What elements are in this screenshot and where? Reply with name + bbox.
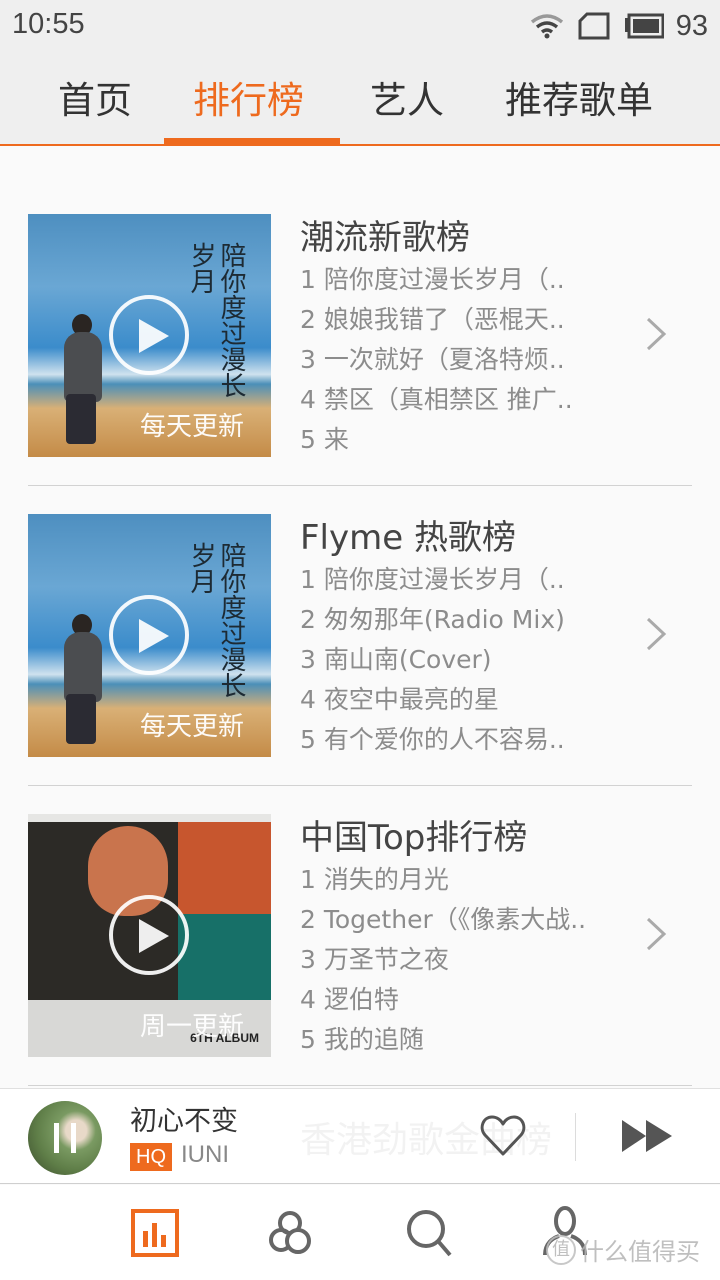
chart-title: 中国Top排行榜 [300, 818, 528, 858]
wifi-icon [530, 14, 563, 39]
song-item: 4 禁区（真相禁区 推广.. [300, 385, 573, 414]
tab-charts[interactable]: 排行榜 [193, 70, 304, 124]
play-button[interactable] [109, 595, 189, 675]
circles-icon[interactable] [262, 1205, 318, 1261]
song-item: 3 万圣节之夜 [300, 945, 449, 974]
search-icon[interactable] [402, 1205, 458, 1261]
song-item: 5 我的追随 [300, 1025, 424, 1054]
chart-cover[interactable]: 陪你度过漫长岁月 每天更新 [28, 214, 271, 457]
chart-icon[interactable] [128, 1205, 184, 1261]
cover-art-block [178, 914, 271, 1000]
play-button[interactable] [109, 295, 189, 375]
song-item: 1 陪你度过漫长岁月（.. [300, 265, 565, 294]
watermark-text: 什么值得买 [580, 1238, 700, 1266]
cover-figure-legs [66, 694, 96, 744]
watermark-badge: 值 [546, 1234, 576, 1265]
status-time: 10:55 [12, 8, 85, 40]
now-playing-artist: IUNI [181, 1141, 229, 1168]
cover-text: 陪你度过漫长岁月 [186, 542, 246, 698]
tab-recommended-playlists[interactable]: 推荐歌单 [505, 70, 653, 124]
play-icon [139, 619, 169, 653]
status-bar: 10:55 93 [0, 0, 720, 52]
cover-figure-body [64, 332, 102, 402]
chart-cover[interactable]: 6TH ALBUM 周一更新 [28, 814, 271, 1057]
divider [28, 1085, 692, 1086]
update-frequency-label: 周一更新 [140, 1012, 245, 1042]
update-frequency-label: 每天更新 [140, 712, 245, 742]
play-icon [139, 319, 169, 353]
status-icons: 93 [530, 10, 708, 42]
song-item: 2 Together（《像素大战.. [300, 905, 587, 934]
active-tab-indicator [164, 138, 340, 146]
chart-item[interactable]: 陪你度过漫长岁月 每天更新 潮流新歌榜 1 陪你度过漫长岁月（.. 2 娘娘我错… [0, 148, 720, 457]
tab-home[interactable]: 首页 [58, 70, 132, 124]
play-icon [139, 919, 169, 953]
song-item: 2 匆匆那年(Radio Mix) [300, 605, 565, 634]
song-item: 4 夜空中最亮的星 [300, 685, 499, 714]
sim-card-icon [578, 12, 610, 40]
tab-artists[interactable]: 艺人 [370, 70, 444, 124]
song-item: 3 一次就好（夏洛特烦.. [300, 345, 565, 374]
chart-song-list: 1 陪你度过漫长岁月（.. 2 匆匆那年(Radio Mix) 3 南山南(Co… [300, 560, 565, 760]
battery-level: 93 [675, 9, 708, 42]
now-playing-title: 初心不变 [130, 1106, 238, 1137]
watermark: 值 什么值得买 [546, 1232, 700, 1267]
cover-art-block [178, 822, 271, 914]
hq-badge: HQ [130, 1143, 172, 1171]
song-item: 3 南山南(Cover) [300, 645, 492, 674]
divider [575, 1113, 576, 1161]
song-item: 4 逻伯特 [300, 985, 399, 1014]
pause-icon [71, 1123, 76, 1153]
chart-title: 潮流新歌榜 [300, 218, 470, 258]
song-item: 1 消失的月光 [300, 865, 449, 894]
now-playing-cover[interactable] [28, 1101, 102, 1175]
chart-cover[interactable]: 陪你度过漫长岁月 每天更新 [28, 514, 271, 757]
chart-song-list: 1 消失的月光 2 Together（《像素大战.. 3 万圣节之夜 4 逻伯特… [300, 860, 586, 1060]
cover-figure-body [64, 632, 102, 702]
chevron-right-icon[interactable] [644, 616, 668, 652]
play-button[interactable] [109, 895, 189, 975]
song-item: 1 陪你度过漫长岁月（.. [300, 565, 565, 594]
cover-art-band [28, 814, 271, 822]
cover-text: 陪你度过漫长岁月 [186, 242, 246, 398]
pause-icon [54, 1123, 59, 1153]
chart-title: Flyme 热歌榜 [300, 518, 516, 558]
chevron-right-icon[interactable] [644, 916, 668, 952]
next-track-icon[interactable] [620, 1119, 674, 1153]
chart-item[interactable]: 6TH ALBUM 周一更新 中国Top排行榜 1 消失的月光 2 Togeth… [0, 748, 720, 1057]
mini-player[interactable]: 香港劲歌金曲榜 初心不变 HQ IUNI [0, 1088, 720, 1184]
cover-figure-legs [66, 394, 96, 444]
chart-item[interactable]: 陪你度过漫长岁月 每天更新 Flyme 热歌榜 1 陪你度过漫长岁月（.. 2 … [0, 448, 720, 757]
heart-icon[interactable] [480, 1115, 526, 1157]
song-item: 2 娘娘我错了（恶棍天.. [300, 305, 565, 334]
chevron-right-icon[interactable] [644, 316, 668, 352]
battery-icon [624, 13, 664, 39]
update-frequency-label: 每天更新 [140, 412, 245, 442]
chart-song-list: 1 陪你度过漫长岁月（.. 2 娘娘我错了（恶棍天.. 3 一次就好（夏洛特烦.… [300, 260, 573, 460]
top-tab-bar: 首页 排行榜 艺人 推荐歌单 [0, 52, 720, 146]
